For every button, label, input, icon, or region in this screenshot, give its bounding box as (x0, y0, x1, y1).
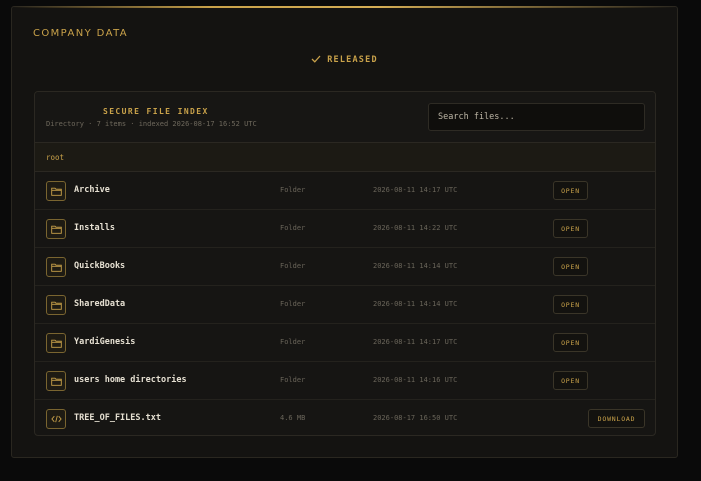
file-name[interactable]: users home directories (74, 375, 187, 385)
folder-icon (46, 333, 66, 353)
file-name[interactable]: SharedData (74, 299, 125, 309)
open-button[interactable]: OPEN (553, 219, 588, 238)
file-row[interactable]: users home directories Folder 2026-08-11 1… (35, 362, 655, 400)
search-input[interactable] (428, 103, 645, 131)
folder-icon (46, 257, 66, 277)
file-type: Folder (280, 262, 306, 270)
breadcrumb: root (35, 142, 655, 172)
file-date: 2026-08-11 14:14 UTC (373, 300, 458, 308)
file-name[interactable]: QuickBooks (74, 261, 125, 271)
file-date: 2026-08-17 16:50 UTC (373, 414, 458, 422)
open-button[interactable]: OPEN (553, 333, 588, 352)
file-index-header: SECURE FILE INDEX Directory · 7 items · … (35, 92, 655, 142)
file-type: 4.6 MB (280, 414, 306, 422)
file-index-panel: SECURE FILE INDEX Directory · 7 items · … (34, 91, 656, 436)
folder-icon (46, 181, 66, 201)
file-type: Folder (280, 338, 306, 346)
file-name[interactable]: Archive (74, 185, 110, 195)
file-type: Folder (280, 224, 306, 232)
code-file-icon (46, 409, 66, 429)
file-row[interactable]: Installs Folder 2026-08-11 14:22 UTC OPEN (35, 210, 655, 248)
file-row[interactable]: QuickBooks Folder 2026-08-11 14:14 UTC OPEN (35, 248, 655, 286)
file-type: Folder (280, 300, 306, 308)
file-row[interactable]: SharedData Folder 2026-08-11 14:14 UTC OPEN (35, 286, 655, 324)
file-index-title: SECURE FILE INDEX (103, 107, 209, 116)
status-label: RELEASED (327, 55, 378, 65)
file-name[interactable]: Installs (74, 223, 115, 233)
file-date: 2026-08-11 14:16 UTC (373, 376, 458, 384)
file-row[interactable]: TREE_OF_FILES.txt 4.6 MB 2026-08-17 16:50 … (35, 400, 655, 435)
status-badge: RELEASED (12, 55, 677, 65)
folder-icon (46, 219, 66, 239)
folder-icon (46, 371, 66, 391)
check-icon (311, 55, 321, 63)
file-name[interactable]: TREE_OF_FILES.txt (74, 413, 161, 423)
file-index-meta: Directory · 7 items · indexed 2026-08-17… (46, 120, 257, 128)
company-data-card: COMPANY DATA RELEASED SECURE FILE INDEX … (11, 6, 678, 458)
file-type: Folder (280, 376, 306, 384)
open-button[interactable]: OPEN (553, 371, 588, 390)
file-date: 2026-08-11 14:22 UTC (373, 224, 458, 232)
open-button[interactable]: OPEN (553, 257, 588, 276)
file-date: 2026-08-11 14:17 UTC (373, 338, 458, 346)
file-row[interactable]: YardiGenesis Folder 2026-08-11 14:17 UTC OP… (35, 324, 655, 362)
file-date: 2026-08-11 14:17 UTC (373, 186, 458, 194)
accent-top-border (12, 6, 677, 8)
file-type: Folder (280, 186, 306, 194)
open-button[interactable]: OPEN (553, 295, 588, 314)
open-button[interactable]: OPEN (553, 181, 588, 200)
file-name[interactable]: YardiGenesis (74, 337, 135, 347)
breadcrumb-root[interactable]: root (46, 153, 64, 162)
file-list: Archive Folder 2026-08-11 14:17 UTC OPEN Ins… (35, 172, 655, 435)
file-row[interactable]: Archive Folder 2026-08-11 14:17 UTC OPEN (35, 172, 655, 210)
download-button[interactable]: DOWNLOAD (588, 409, 645, 428)
page-title: COMPANY DATA (33, 28, 129, 39)
file-date: 2026-08-11 14:14 UTC (373, 262, 458, 270)
folder-icon (46, 295, 66, 315)
